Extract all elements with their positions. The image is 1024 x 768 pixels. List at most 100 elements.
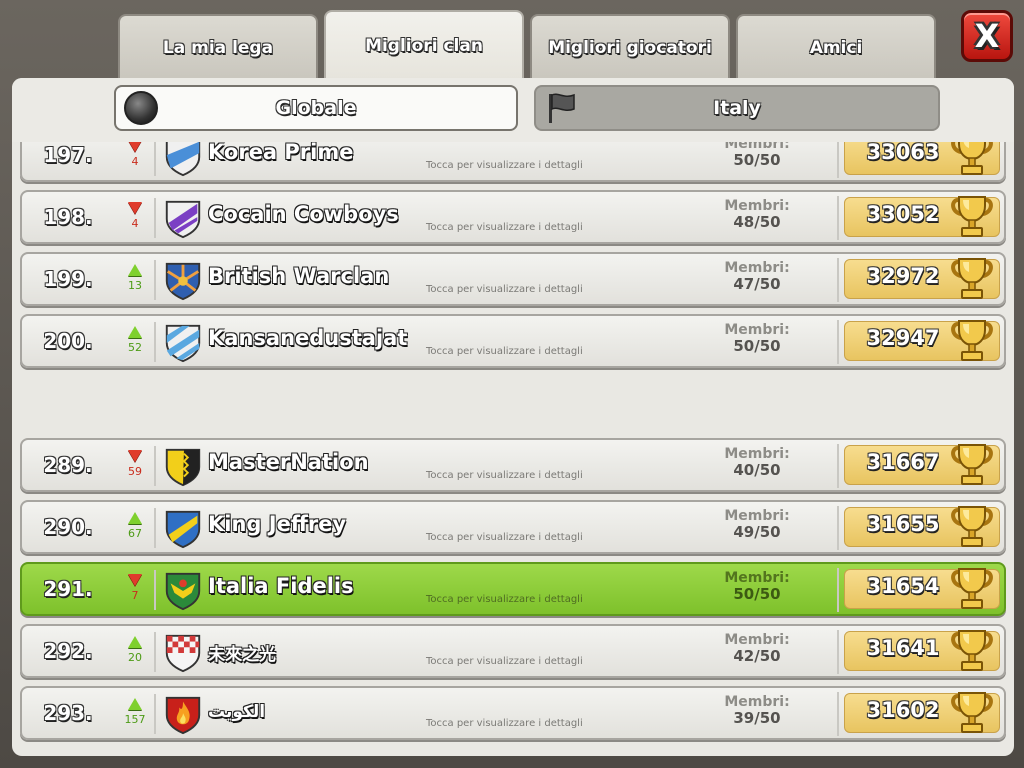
arrow-up-icon [128, 698, 142, 710]
clan-badge-icon [165, 634, 201, 673]
trophy-score: 33052 [866, 202, 940, 226]
globe-icon [124, 91, 158, 125]
rank-label: 293. [43, 701, 93, 725]
clan-name: Korea Prime [208, 140, 354, 164]
rank-change: 7 [122, 574, 148, 604]
trophy-score: 31654 [866, 574, 940, 598]
members-label: Membri: [724, 260, 790, 276]
trophy-icon [951, 506, 993, 547]
trophy-score: 31602 [866, 698, 940, 722]
rank-change-value: 7 [131, 589, 139, 602]
trophy-score: 32947 [866, 326, 940, 350]
trophy-score: 31641 [866, 636, 940, 660]
divider [154, 136, 156, 176]
divider [837, 630, 839, 674]
divider [837, 506, 839, 550]
country-filter-button[interactable]: Italy [534, 85, 940, 131]
clan-row[interactable]: 200. 52 Kansanedustajat Tocca per visualizz… [20, 314, 1006, 368]
clan-row[interactable]: 198. 4 Cocain Cowboys Tocca per visualizzar… [20, 190, 1006, 244]
clan-name: الكويت [208, 702, 266, 722]
close-button[interactable]: X [961, 10, 1013, 62]
divider [154, 322, 156, 362]
trophy-score-box: 32947 [844, 320, 1000, 361]
members-label: Membri: [724, 446, 790, 462]
clan-row[interactable]: 292. 20 未來之光 Tocca per visualizzare i detta… [20, 624, 1006, 678]
clan-row[interactable]: 290. 67 King Jeffrey Tocca per visualizzare… [20, 500, 1006, 554]
trophy-score-box: 31602 [844, 692, 1000, 733]
rank-label: 199. [43, 267, 93, 291]
rank-label: 291. [43, 577, 93, 601]
trophy-score-box: 33052 [844, 196, 1000, 237]
clan-row-highlighted[interactable]: 291. 7 Italia Fidelis Tocca per visualizzar… [20, 562, 1006, 616]
arrow-up-icon [128, 326, 142, 338]
clan-row[interactable]: 199. 13 British Warclan Tocca per visualizz… [20, 252, 1006, 306]
details-hint: Tocca per visualizzare i dettagli [426, 160, 583, 171]
rank-change-value: 4 [131, 217, 139, 230]
arrow-up-icon [128, 512, 142, 524]
rank-change: 157 [122, 698, 148, 728]
divider [837, 568, 839, 612]
divider [154, 632, 156, 672]
members-value: 48/50 [733, 213, 781, 231]
trophy-icon [951, 630, 993, 671]
members-label: Membri: [724, 632, 790, 648]
divider [837, 692, 839, 736]
details-hint: Tocca per visualizzare i dettagli [426, 284, 583, 295]
tab-label: Migliori giocatori [548, 38, 712, 58]
flag-icon [549, 93, 575, 123]
clan-name: Cocain Cowboys [208, 202, 399, 226]
rank-change-value: 13 [128, 279, 142, 292]
rank-change: 52 [122, 326, 148, 356]
members-label: Membri: [724, 508, 790, 524]
trophy-icon [951, 444, 993, 485]
rank-label: 289. [43, 453, 93, 477]
divider [837, 196, 839, 240]
tab-my-league[interactable]: La mia lega [118, 14, 318, 80]
divider [837, 320, 839, 364]
country-filter-label: Italy [713, 97, 761, 119]
rank-change-value: 52 [128, 341, 142, 354]
members-value: 47/50 [733, 275, 781, 293]
global-filter-button[interactable]: Globale [114, 85, 518, 131]
trophy-icon [951, 320, 993, 361]
trophy-score-box: 31654 [844, 568, 1000, 609]
rank-change-value: 59 [128, 465, 142, 478]
members-count: Membri: 50/50 [702, 322, 812, 354]
members-value: 42/50 [733, 647, 781, 665]
arrow-down-icon [128, 574, 142, 586]
clan-name: British Warclan [208, 264, 390, 288]
trophy-icon [951, 258, 993, 299]
rank-change: 67 [122, 512, 148, 542]
members-label: Membri: [724, 198, 790, 214]
trophy-score-box: 31655 [844, 506, 1000, 547]
clan-badge-icon [165, 448, 201, 487]
divider [837, 258, 839, 302]
clan-name: 未來之光 [208, 645, 276, 665]
rank-label: 198. [43, 205, 93, 229]
clan-badge-icon [165, 138, 201, 177]
details-hint: Tocca per visualizzare i dettagli [426, 346, 583, 357]
members-count: Membri: 42/50 [702, 632, 812, 664]
tab-friends[interactable]: Amici [736, 14, 936, 80]
rank-change: 4 [122, 140, 148, 170]
members-value: 40/50 [733, 461, 781, 479]
rank-change: 4 [122, 202, 148, 232]
tab-label: Amici [809, 38, 863, 58]
clan-badge-icon [165, 572, 201, 611]
tab-top-clans[interactable]: Migliori clan [324, 10, 524, 80]
tab-top-players[interactable]: Migliori giocatori [530, 14, 730, 80]
rank-label: 290. [43, 515, 93, 539]
clan-badge-icon [165, 510, 201, 549]
members-value: 50/50 [733, 585, 781, 603]
divider [154, 446, 156, 486]
divider [154, 694, 156, 734]
trophy-icon [951, 568, 993, 609]
clan-row[interactable]: 293. 157 الكويت Tocca per visualizzare i de… [20, 686, 1006, 740]
members-value: 39/50 [733, 709, 781, 727]
clan-badge-icon [165, 696, 201, 735]
global-filter-label: Globale [275, 97, 357, 119]
clan-name: MasterNation [208, 450, 369, 474]
clan-row[interactable]: 289. 59 MasterNation Tocca per visualizzare… [20, 438, 1006, 492]
members-value: 49/50 [733, 523, 781, 541]
rank-change-value: 157 [124, 713, 146, 726]
